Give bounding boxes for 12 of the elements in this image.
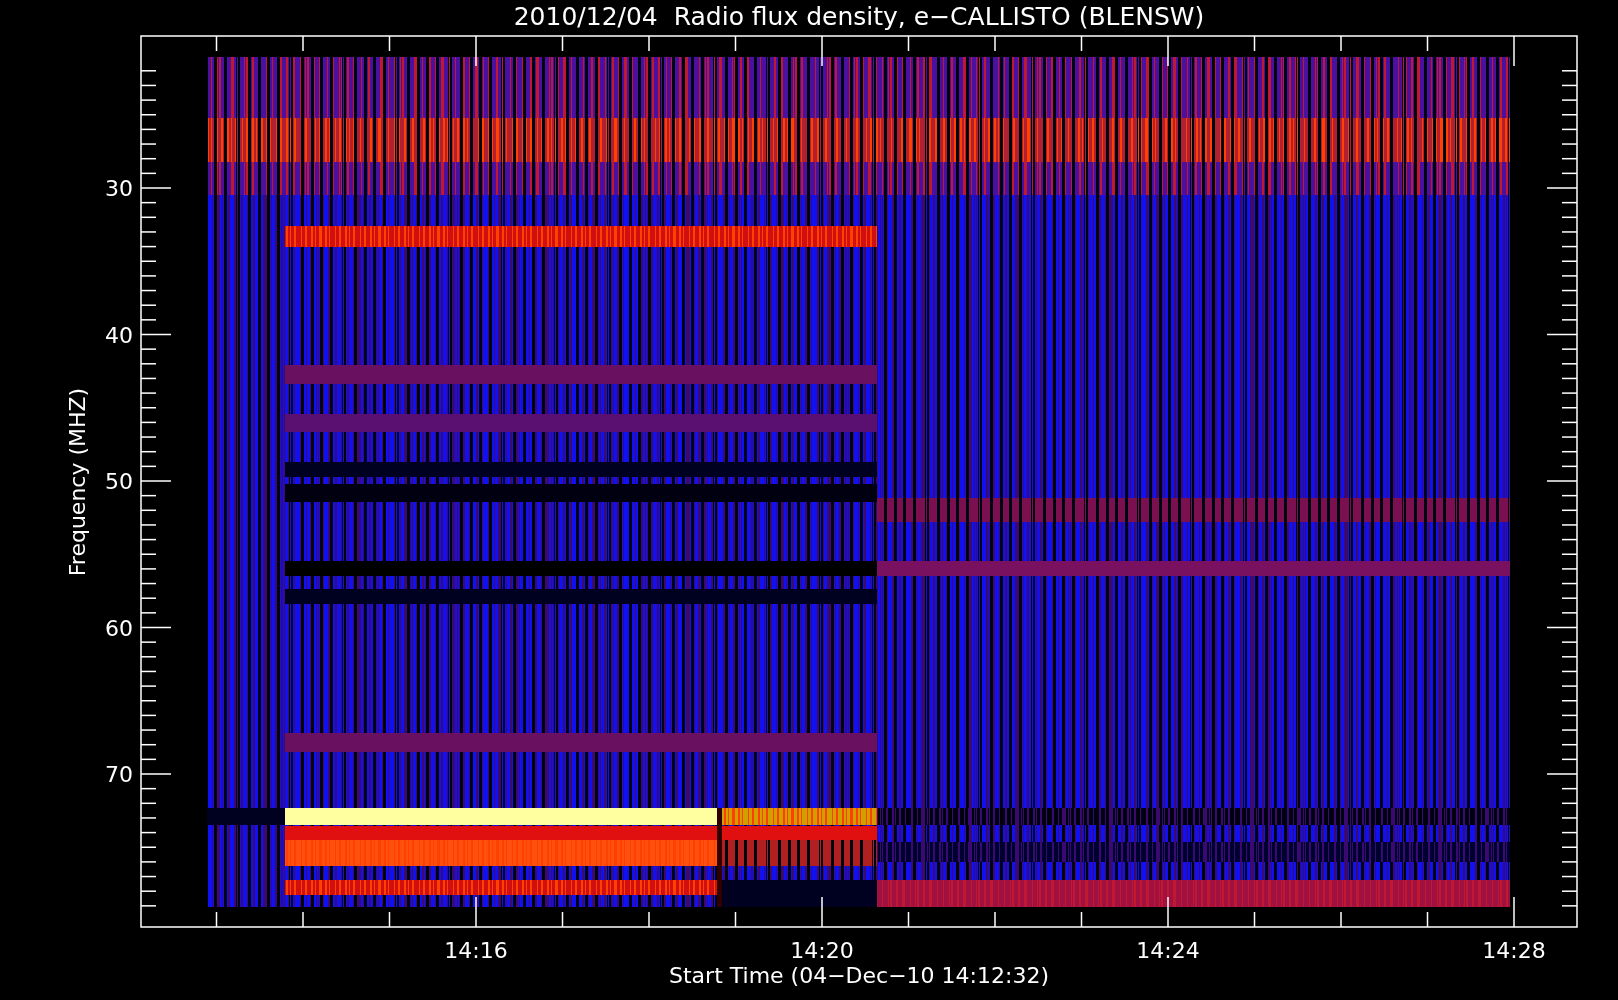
tick-label: 50 bbox=[105, 469, 133, 494]
tick-label: 14:20 bbox=[790, 938, 854, 963]
chart-title: 2010/12/04 Radio flux density, e−CALLISTO (BLENSW) bbox=[513, 2, 1205, 31]
x-axis-label: Start Time (04−Dec−10 14:12:32) bbox=[669, 963, 1049, 988]
tick-label: 60 bbox=[105, 615, 133, 641]
tick-label: 30 bbox=[105, 176, 133, 201]
y-axis-label: Frequency (MHZ) bbox=[65, 387, 90, 577]
tick-label: 14:16 bbox=[444, 938, 508, 963]
tick-label: 40 bbox=[105, 322, 133, 348]
tick-label: 14:28 bbox=[1482, 938, 1546, 963]
tick-label: 70 bbox=[105, 762, 133, 787]
tick-label: 14:24 bbox=[1136, 938, 1200, 963]
